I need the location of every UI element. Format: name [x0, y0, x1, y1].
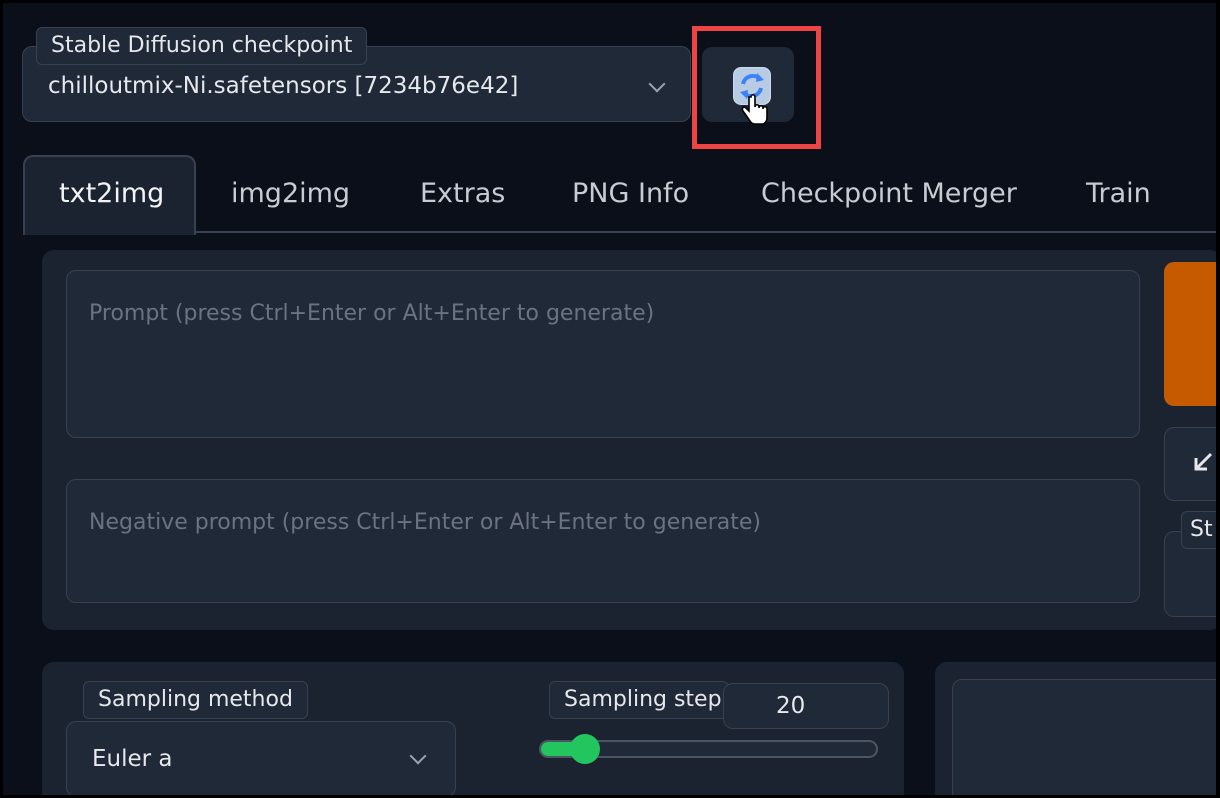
negative-prompt-input[interactable]: Negative prompt (press Ctrl+Enter or Alt…: [66, 479, 1140, 603]
arrow-down-left-icon: [1191, 450, 1216, 480]
tab-train[interactable]: Train: [1086, 178, 1151, 209]
sampling-method-label: Sampling method: [83, 681, 308, 719]
styles-label: St: [1181, 511, 1216, 549]
sampling-steps-input[interactable]: 20: [723, 683, 889, 729]
paste-params-button[interactable]: [1164, 427, 1216, 501]
tab-png-info[interactable]: PNG Info: [572, 178, 689, 209]
chevron-down-icon: [648, 75, 666, 93]
checkpoint-value: chilloutmix-Ni.safetensors [7234b76e42]: [48, 73, 519, 99]
checkpoint-label: Stable Diffusion checkpoint: [36, 27, 368, 65]
tab-img2img[interactable]: img2img: [231, 178, 350, 209]
sampling-steps-value: 20: [776, 693, 806, 719]
prompt-placeholder: Prompt (press Ctrl+Enter or Alt+Enter to…: [89, 301, 655, 326]
sampling-method-dropdown[interactable]: Euler a: [66, 721, 456, 795]
refresh-highlight: [692, 26, 821, 149]
tab-txt2img[interactable]: txt2img: [23, 155, 196, 235]
output-image-area: [952, 679, 1216, 795]
app-window: chilloutmix-Ni.safetensors [7234b76e42] …: [3, 3, 1216, 795]
negative-prompt-placeholder: Negative prompt (press Ctrl+Enter or Alt…: [89, 510, 761, 535]
tab-bar-line: [23, 231, 1216, 233]
slider-thumb[interactable]: [570, 734, 600, 764]
prompt-input[interactable]: Prompt (press Ctrl+Enter or Alt+Enter to…: [66, 270, 1140, 438]
generate-button[interactable]: [1164, 262, 1216, 406]
sampling-method-value: Euler a: [92, 746, 173, 772]
chevron-down-icon: [409, 747, 427, 765]
tab-checkpoint-merger[interactable]: Checkpoint Merger: [761, 178, 1017, 209]
sampling-steps-label: Sampling step: [549, 681, 729, 719]
sampling-steps-slider[interactable]: [539, 734, 878, 764]
tab-extras[interactable]: Extras: [420, 178, 505, 209]
output-panel: [935, 662, 1216, 795]
tab-label: txt2img: [59, 178, 165, 209]
